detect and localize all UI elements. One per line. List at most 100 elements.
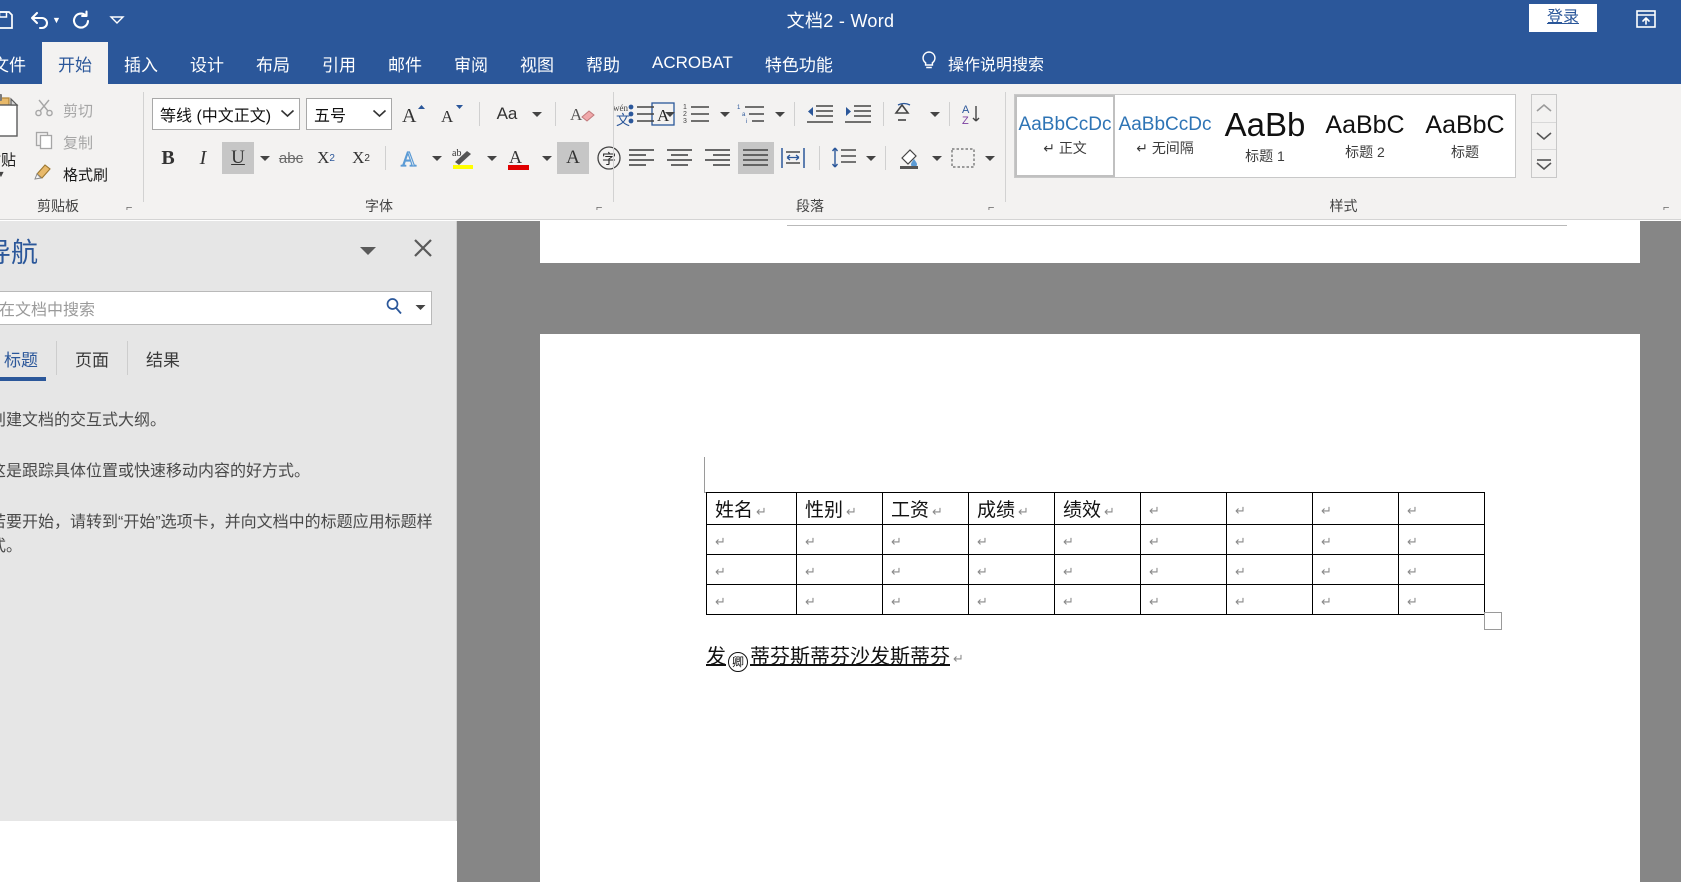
bold-button[interactable]: B: [152, 142, 184, 174]
table-cell[interactable]: ↵: [1398, 554, 1485, 585]
table-cell-header-6[interactable]: ↵: [1140, 492, 1227, 525]
borders-icon[interactable]: [946, 142, 980, 174]
cut-button[interactable]: 剪切: [34, 94, 112, 126]
nav-tab-headings[interactable]: 标题: [0, 341, 56, 381]
font-size-combo[interactable]: 五号: [306, 98, 392, 130]
styles-more-icon[interactable]: [1532, 149, 1556, 177]
style-item-normal[interactable]: AaBbCcDc ↵ 正文: [1015, 95, 1115, 177]
font-dialog-launcher[interactable]: ⌐: [596, 202, 608, 214]
document-paragraph[interactable]: 发卿蒂芬斯蒂芬沙发斯蒂芬 ↵: [706, 640, 964, 672]
underline-dropdown-icon[interactable]: [257, 142, 272, 174]
table-cell[interactable]: ↵: [968, 524, 1055, 555]
style-item-heading2[interactable]: AaBbC 标题 2: [1315, 95, 1415, 177]
document-table[interactable]: 姓名 ↵ 性别 ↵ 工资 ↵ 成绩 ↵ 绩效 ↵ ↵ ↵ ↵ ↵ ↵ ↵ ↵ ↵ ↵ ↵: [706, 492, 1485, 615]
table-cell[interactable]: ↵: [706, 554, 797, 585]
table-cell[interactable]: ↵: [968, 584, 1055, 615]
strikethrough-button[interactable]: abc: [275, 142, 307, 174]
tab-layout[interactable]: 布局: [240, 42, 306, 84]
distribute-icon[interactable]: [776, 142, 812, 174]
align-left-icon[interactable]: [624, 142, 660, 174]
text-effects-icon[interactable]: A: [394, 142, 426, 174]
line-spacing-icon[interactable]: [827, 142, 861, 174]
table-cell[interactable]: ↵: [1312, 524, 1399, 555]
table-cell-header-7[interactable]: ↵: [1226, 492, 1313, 525]
align-right-icon[interactable]: [700, 142, 736, 174]
table-cell-header-4[interactable]: 成绩 ↵: [968, 492, 1055, 525]
table-cell[interactable]: ↵: [1312, 584, 1399, 615]
show-formatting-marks-icon[interactable]: AZ: [957, 98, 989, 130]
tab-insert[interactable]: 插入: [108, 42, 174, 84]
ribbon-display-options-icon[interactable]: [1631, 6, 1661, 32]
line-spacing-dropdown-icon[interactable]: [863, 142, 878, 174]
tab-mailings[interactable]: 邮件: [372, 42, 438, 84]
change-case-dropdown-icon[interactable]: [529, 98, 544, 130]
paste-dropdown-icon[interactable]: ▼: [0, 169, 5, 179]
search-input[interactable]: 在文档中搜索: [0, 296, 379, 320]
table-cell-header-1[interactable]: 姓名 ↵: [706, 492, 797, 525]
borders-dropdown-icon[interactable]: [982, 142, 997, 174]
clipboard-dialog-launcher[interactable]: ⌐: [126, 202, 138, 214]
table-cell[interactable]: ↵: [1140, 524, 1227, 555]
table-cell[interactable]: ↵: [1140, 554, 1227, 585]
table-cell-header-5[interactable]: 绩效 ↵: [1054, 492, 1141, 525]
font-color-icon[interactable]: A: [502, 142, 536, 174]
character-shading-icon[interactable]: A: [557, 142, 589, 174]
paste-button[interactable]: 粘贴 ▼: [0, 92, 30, 179]
align-center-icon[interactable]: [662, 142, 698, 174]
table-cell[interactable]: ↵: [706, 584, 797, 615]
text-highlight-icon[interactable]: ab: [447, 142, 481, 174]
table-cell[interactable]: ↵: [796, 584, 883, 615]
table-cell-header-2[interactable]: 性别 ↵: [796, 492, 883, 525]
increase-indent-icon[interactable]: [840, 98, 876, 130]
table-cell[interactable]: ↵: [1226, 524, 1313, 555]
tab-view[interactable]: 视图: [504, 42, 570, 84]
table-cell[interactable]: ↵: [882, 524, 969, 555]
subscript-button[interactable]: X2: [310, 142, 342, 174]
text-effects-dropdown-icon[interactable]: [429, 142, 444, 174]
table-cell[interactable]: ↵: [1140, 584, 1227, 615]
justify-icon[interactable]: [738, 142, 774, 174]
style-item-title[interactable]: AaBbC 标题: [1415, 95, 1515, 177]
close-icon[interactable]: [412, 237, 434, 263]
copy-button[interactable]: 复制: [34, 126, 112, 158]
multilevel-list-icon[interactable]: 1ai: [734, 98, 770, 130]
numbering-dropdown-icon[interactable]: [717, 98, 732, 130]
document-canvas[interactable]: 姓名 ↵ 性别 ↵ 工资 ↵ 成绩 ↵ 绩效 ↵ ↵ ↵ ↵ ↵ ↵ ↵ ↵ ↵ ↵ ↵: [457, 221, 1681, 882]
change-case-icon[interactable]: Aa: [491, 98, 523, 130]
table-cell[interactable]: ↵: [1398, 524, 1485, 555]
table-cell[interactable]: ↵: [1054, 554, 1141, 585]
nav-tab-pages[interactable]: 页面: [56, 341, 127, 375]
table-cell[interactable]: ↵: [1054, 584, 1141, 615]
nav-tab-results[interactable]: 结果: [127, 341, 198, 375]
document-page[interactable]: 姓名 ↵ 性别 ↵ 工资 ↵ 成绩 ↵ 绩效 ↵ ↵ ↵ ↵ ↵ ↵ ↵ ↵ ↵ ↵ ↵: [540, 334, 1640, 882]
underline-button[interactable]: U: [222, 142, 254, 174]
table-cell-header-9[interactable]: ↵: [1398, 492, 1485, 525]
numbering-icon[interactable]: 123: [679, 98, 715, 130]
tab-features[interactable]: 特色功能: [749, 42, 849, 84]
table-cell[interactable]: ↵: [706, 524, 797, 555]
decrease-indent-icon[interactable]: [802, 98, 838, 130]
table-cell[interactable]: ↵: [1312, 554, 1399, 585]
font-color-dropdown-icon[interactable]: [539, 142, 554, 174]
style-item-no-spacing[interactable]: AaBbCcDc ↵ 无间隔: [1115, 95, 1215, 177]
tab-home[interactable]: 开始: [42, 42, 108, 84]
styles-dialog-launcher[interactable]: ⌐: [1663, 202, 1675, 214]
table-cell[interactable]: ↵: [968, 554, 1055, 585]
sort-icon[interactable]: [891, 98, 925, 130]
shrink-font-icon[interactable]: A: [436, 98, 468, 130]
tab-design[interactable]: 设计: [174, 42, 240, 84]
tab-file[interactable]: 文件: [0, 42, 42, 84]
bullets-dropdown-icon[interactable]: [662, 98, 677, 130]
table-cell[interactable]: ↵: [882, 584, 969, 615]
superscript-button[interactable]: X2: [345, 142, 377, 174]
multilevel-list-dropdown-icon[interactable]: [772, 98, 787, 130]
format-painter-button[interactable]: 格式刷: [34, 158, 112, 190]
styles-scroll-up-icon[interactable]: [1532, 95, 1556, 122]
table-cell[interactable]: ↵: [796, 524, 883, 555]
italic-button[interactable]: I: [187, 142, 219, 174]
search-icon[interactable]: [379, 297, 409, 320]
table-cell[interactable]: ↵: [1054, 524, 1141, 555]
sort-dropdown-icon[interactable]: [927, 98, 942, 130]
tell-me-search[interactable]: 操作说明搜索: [920, 42, 1044, 84]
chevron-down-icon[interactable]: [358, 245, 378, 260]
